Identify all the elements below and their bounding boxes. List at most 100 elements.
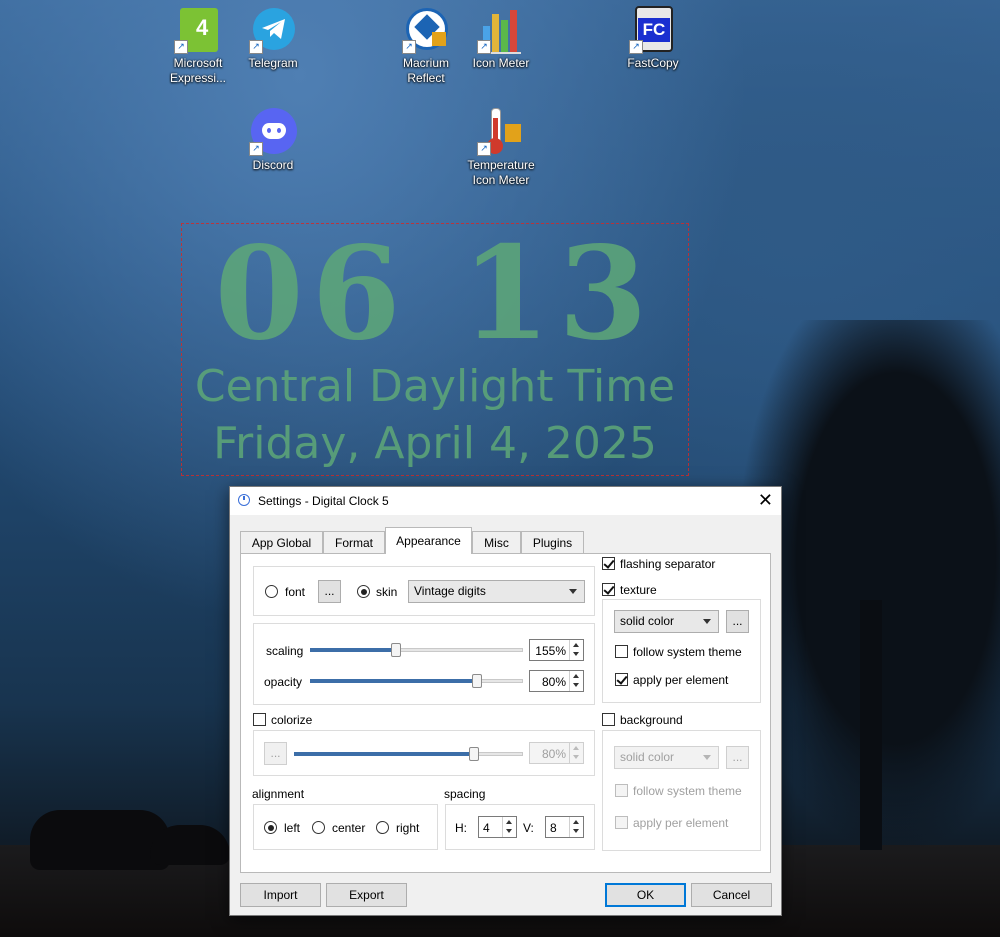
export-button[interactable]: Export [326,883,407,907]
align-right-label: right [396,821,420,835]
spin-up-icon[interactable] [573,746,579,750]
colorize-checkbox[interactable] [253,713,266,726]
settings-dialog: Settings - Digital Clock 5 ✕ App Global … [229,486,782,916]
spacing-group: H: 4 V: 8 [445,804,595,850]
skin-radio[interactable] [357,585,370,598]
align-left-label: left [284,821,301,835]
shortcut-arrow-icon: ↗ [477,142,491,156]
texture-group: solid color ... follow system theme appl… [602,599,761,703]
font-radio[interactable] [265,585,278,598]
colorize-value: 80% [541,747,566,761]
texture-per-element-checkbox[interactable] [615,673,628,686]
tree-trunk [860,600,882,850]
skin-select[interactable]: Vintage digits [408,580,585,603]
align-right-radio[interactable] [376,821,389,834]
close-button[interactable]: ✕ [758,490,773,510]
spacing-v-value: 8 [550,821,557,835]
spacing-label: spacing [444,787,486,801]
chevron-down-icon [703,755,711,760]
clock-time: 06 13 [214,219,656,369]
texture-browse-button[interactable]: ... [726,610,749,633]
spin-down-icon[interactable] [573,652,579,656]
font-skin-group: font ... skin Vintage digits [253,566,595,616]
desktop-icon-label: Macrium Reflect [402,56,449,85]
desktop-icon-microsoft-expression[interactable]: 4 ↗ Microsoft Expressi... [160,6,236,86]
flashing-separator-label: flashing separator [620,557,716,571]
shortcut-arrow-icon: ↗ [174,40,188,54]
background-label: background [620,713,683,727]
spacing-v-label: V: [523,821,534,835]
background-checkbox[interactable] [602,713,615,726]
skin-label: skin [376,585,398,599]
opacity-label: opacity [264,675,303,689]
colorize-spinbox[interactable]: 80% [529,742,584,764]
spin-up-icon[interactable] [573,674,579,678]
dialog-titlebar[interactable]: Settings - Digital Clock 5 ✕ [230,487,781,515]
shortcut-arrow-icon: ↗ [249,40,263,54]
shortcut-arrow-icon: ↗ [249,142,263,156]
spin-up-icon[interactable] [506,820,512,824]
desktop-icon-telegram[interactable]: ↗ Telegram [235,6,311,71]
texture-checkbox[interactable] [602,583,615,596]
background-group: solid color ... follow system theme appl… [602,730,761,851]
tab-appearance[interactable]: Appearance [385,527,472,554]
import-button[interactable]: Import [240,883,321,907]
digital-clock-overlay[interactable]: 06 13 Central Daylight Time Friday, Apri… [181,223,689,476]
font-browse-button[interactable]: ... [318,580,341,603]
desktop-icon-fastcopy[interactable]: FC ↗ FastCopy [615,6,691,71]
shortcut-arrow-icon: ↗ [477,40,491,54]
cow-silhouette [150,825,230,865]
desktop-icon-discord[interactable]: ↗ Discord [235,108,311,173]
scaling-value: 155% [535,644,566,658]
desktop-icon-icon-meter[interactable]: ↗ Icon Meter [463,6,539,71]
texture-mode-select[interactable]: solid color [614,610,719,633]
desktop-icon-macrium-reflect[interactable]: ↗ Macrium Reflect [388,6,464,86]
ok-button[interactable]: OK [605,883,686,907]
chevron-down-icon [703,619,711,624]
texture-follow-theme-checkbox[interactable] [615,645,628,658]
alignment-label: alignment [252,787,305,801]
desktop-icon-label: Icon Meter [472,56,530,70]
desktop-icon-label: Temperature Icon Meter [467,158,535,187]
slider-thumb[interactable] [469,747,479,761]
spin-down-icon[interactable] [573,755,579,759]
background-per-element-checkbox[interactable] [615,816,628,829]
spin-up-icon[interactable] [573,643,579,647]
spin-down-icon[interactable] [573,683,579,687]
tab-format[interactable]: Format [323,531,385,553]
spacing-h-value: 4 [483,821,490,835]
desktop-icon-label: FastCopy [627,56,679,70]
opacity-spinbox[interactable]: 80% [529,670,584,692]
spacing-h-spinbox[interactable]: 4 [478,816,517,838]
background-follow-theme-label: follow system theme [633,784,742,798]
scaling-slider[interactable] [310,640,523,660]
desktop-icon-temperature-icon-meter[interactable]: ↗ Temperature Icon Meter [463,108,539,188]
spin-up-icon[interactable] [573,820,579,824]
cancel-button[interactable]: Cancel [691,883,772,907]
tab-misc[interactable]: Misc [472,531,521,553]
opacity-slider[interactable] [310,671,523,691]
appearance-panel: font ... skin Vintage digits scaling 155… [240,553,771,873]
align-center-radio[interactable] [312,821,325,834]
background-browse-button[interactable]: ... [726,746,749,769]
spin-down-icon[interactable] [506,829,512,833]
colorize-browse-button[interactable]: ... [264,742,287,765]
scaling-spinbox[interactable]: 155% [529,639,584,661]
colorize-group: ... 80% [253,730,595,776]
spin-down-icon[interactable] [573,829,579,833]
tab-plugins[interactable]: Plugins [521,531,584,553]
align-center-label: center [332,821,366,835]
slider-thumb[interactable] [391,643,401,657]
font-label: font [285,585,306,599]
macrium-reflect-icon: ↗ [402,6,450,54]
tab-app-global[interactable]: App Global [240,531,323,553]
colorize-slider[interactable] [294,744,523,764]
flashing-separator-checkbox[interactable] [602,557,615,570]
slider-thumb[interactable] [472,674,482,688]
align-left-radio[interactable] [264,821,277,834]
clock-date: Friday, April 4, 2025 [213,418,657,469]
background-follow-theme-checkbox[interactable] [615,784,628,797]
spacing-v-spinbox[interactable]: 8 [545,816,584,838]
background-mode-select[interactable]: solid color [614,746,719,769]
texture-mode-value: solid color [620,614,675,628]
